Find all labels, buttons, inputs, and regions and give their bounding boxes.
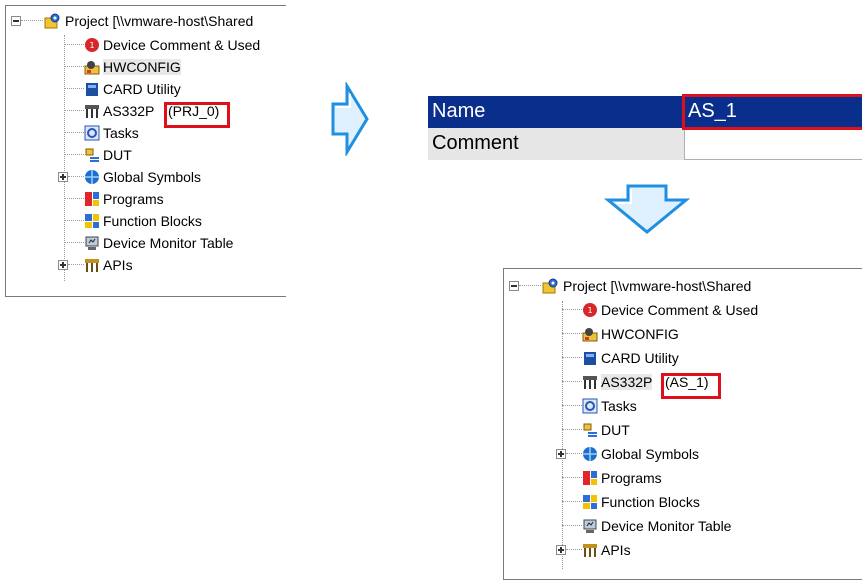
- highlight-box: [661, 373, 721, 399]
- card-utility-icon: [86, 83, 98, 96]
- tree-root-label: Project [\\vmware-host\Shared: [563, 278, 752, 294]
- tree-root-label: Project [\\vmware-host\Shared: [65, 13, 254, 29]
- svg-text:1: 1: [587, 306, 592, 315]
- project-tree-after: Project [\\vmware-host\Shared 1 Device C…: [503, 268, 862, 580]
- card-utility-icon: [584, 352, 596, 365]
- function-blocks-icon: [583, 495, 597, 509]
- tasks-icon: [582, 398, 598, 414]
- dut-icon: [583, 423, 597, 437]
- apis-icon: [583, 544, 597, 557]
- project-icon: [542, 278, 558, 294]
- device-comment-icon: 1: [583, 303, 597, 317]
- highlight-box: [682, 94, 862, 130]
- property-grid: Name AS_1 Comment: [428, 94, 862, 160]
- name-label: Name: [428, 96, 684, 128]
- collapse-icon[interactable]: [11, 16, 21, 26]
- plc-icon: [583, 376, 597, 389]
- plc-icon: [85, 105, 99, 118]
- svg-text:1: 1: [89, 41, 94, 50]
- apis-icon: [85, 259, 99, 272]
- programs-icon: [583, 471, 597, 485]
- comment-label: Comment: [428, 128, 684, 160]
- global-symbols-icon: [85, 170, 99, 184]
- device-monitor-icon: [583, 519, 597, 533]
- dut-icon: [85, 148, 99, 162]
- highlight-box: [164, 102, 230, 128]
- tasks-icon: [84, 125, 100, 141]
- hwconfig-icon: [84, 61, 100, 75]
- device-comment-icon: 1: [85, 38, 99, 52]
- programs-icon: [85, 192, 99, 206]
- hwconfig-icon: [582, 328, 598, 342]
- expand-icon[interactable]: [58, 260, 68, 270]
- down-arrow-icon: [604, 184, 690, 234]
- expand-icon[interactable]: [556, 449, 566, 459]
- right-arrow-icon: [331, 82, 369, 156]
- function-blocks-icon: [85, 214, 99, 228]
- expand-icon[interactable]: [556, 545, 566, 555]
- comment-value-field[interactable]: [684, 128, 862, 160]
- device-monitor-icon: [85, 236, 99, 250]
- expand-icon[interactable]: [58, 172, 68, 182]
- project-tree-before: Project [\\vmware-host\Shared 1 Device C…: [5, 5, 286, 297]
- global-symbols-icon: [583, 447, 597, 461]
- project-icon: [44, 13, 60, 29]
- collapse-icon[interactable]: [509, 281, 519, 291]
